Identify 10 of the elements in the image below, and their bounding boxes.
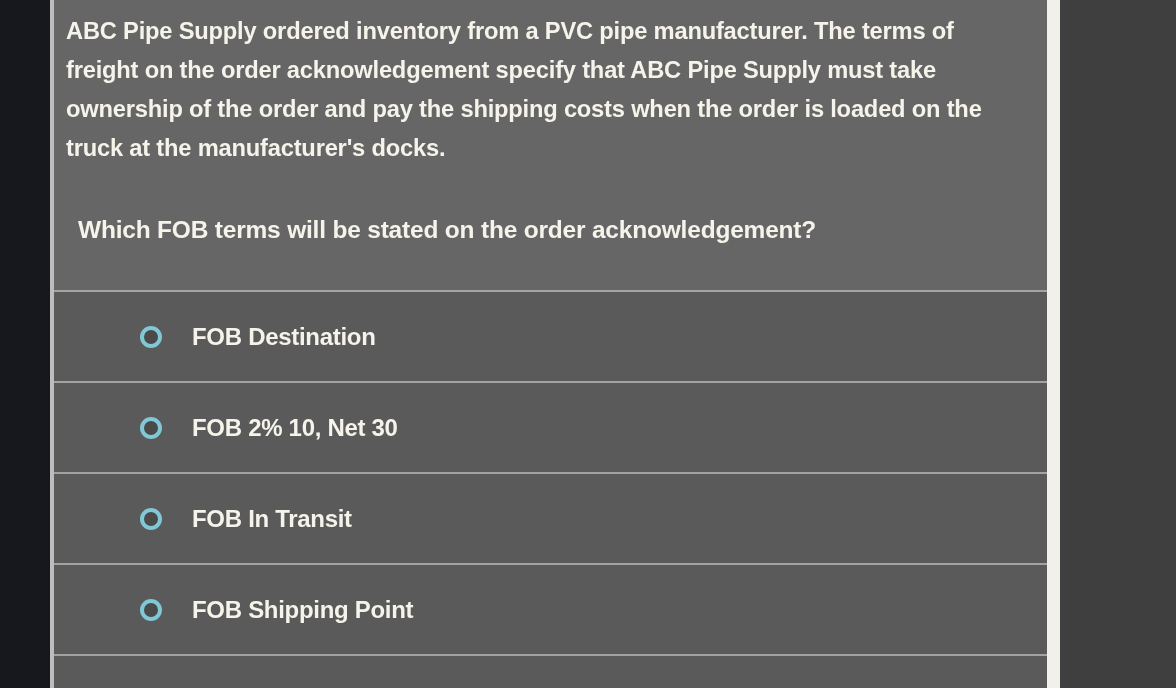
- radio-button[interactable]: [140, 325, 162, 348]
- answer-option[interactable]: FOB Shipping Point: [54, 565, 1047, 656]
- answer-option[interactable]: FOB Destination: [54, 292, 1047, 383]
- question-text: ABC Pipe Supply ordered inventory from a PVC pipe manufacturer. The terms of freight on the order acknowledgement specify that ABC Pipe Supply must take ownership of the order and pay the shipping costs when the order is loaded on the truck at the manufacturer's docks.: [66, 17, 983, 163]
- answer-option[interactable]: FOB In Transit: [54, 474, 1047, 565]
- answer-option[interactable]: FOB 2% 10, Net 30: [54, 383, 1047, 474]
- radio-button[interactable]: [140, 598, 162, 621]
- radio-button[interactable]: [140, 507, 162, 530]
- question-prompt: Which FOB terms will be stated on the order acknowledgement?: [78, 216, 818, 244]
- radio-button[interactable]: [140, 416, 162, 439]
